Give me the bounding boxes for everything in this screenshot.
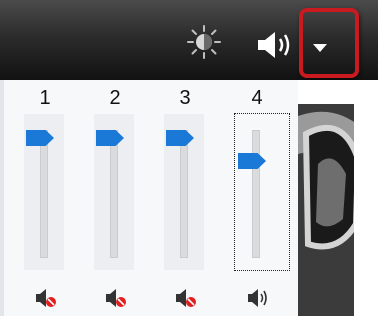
video-right-margin bbox=[354, 104, 378, 316]
channel-number: 2 bbox=[109, 87, 121, 109]
channel-number: 1 bbox=[39, 87, 51, 109]
volume-slider[interactable] bbox=[110, 130, 118, 258]
channel-3: 3 bbox=[162, 80, 208, 316]
volume-icon[interactable] bbox=[255, 30, 297, 60]
channel-number: 4 bbox=[251, 87, 263, 109]
volume-slider[interactable] bbox=[252, 130, 260, 258]
channel-2: 2 bbox=[92, 80, 138, 316]
panel-edge bbox=[0, 80, 4, 316]
channel-1: 1 bbox=[22, 80, 68, 316]
volume-slider[interactable] bbox=[180, 130, 188, 258]
channel-number: 3 bbox=[179, 87, 191, 109]
muted-speaker-icon[interactable] bbox=[34, 288, 58, 308]
muted-speaker-icon[interactable] bbox=[104, 288, 128, 308]
dropdown-button[interactable] bbox=[299, 8, 359, 78]
speaker-icon[interactable] bbox=[246, 288, 270, 308]
toolbar bbox=[0, 0, 378, 80]
volume-slider[interactable] bbox=[40, 130, 48, 258]
brightness-icon[interactable] bbox=[186, 24, 222, 60]
video-top-margin bbox=[298, 80, 378, 104]
muted-speaker-icon[interactable] bbox=[174, 288, 198, 308]
channel-4: 4 bbox=[234, 80, 290, 316]
dropdown-arrow-icon bbox=[313, 44, 327, 52]
selection-focus-box bbox=[234, 113, 290, 271]
